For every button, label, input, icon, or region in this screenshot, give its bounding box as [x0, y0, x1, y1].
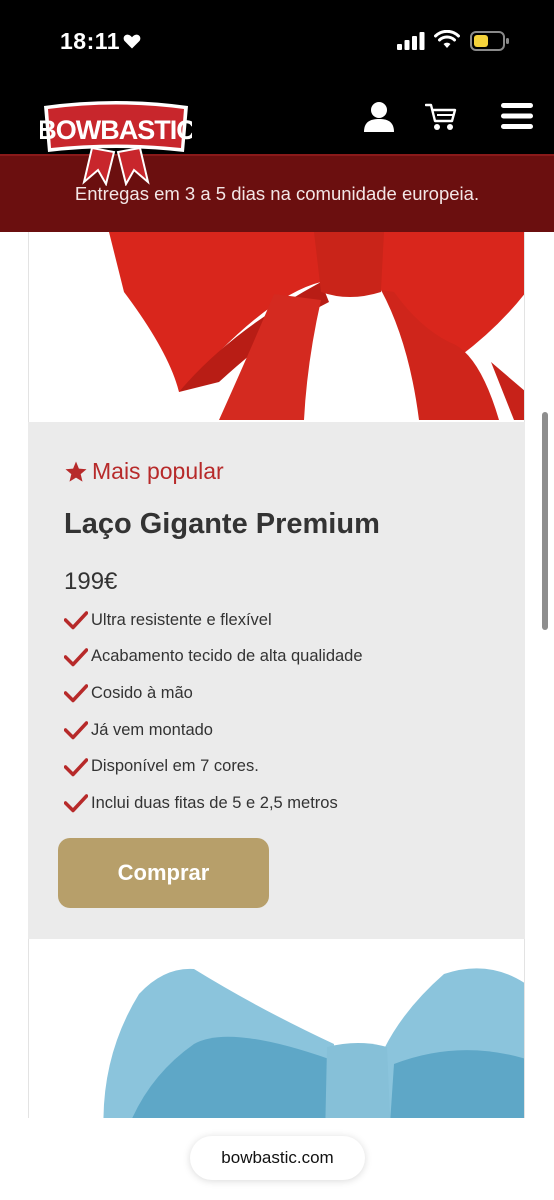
checkmark-icon [64, 757, 88, 776]
product-image[interactable] [28, 232, 525, 422]
status-bar: 18:11 [0, 0, 554, 84]
checkmark-icon [64, 684, 88, 703]
checkmark-icon [64, 611, 88, 630]
scrollbar[interactable] [542, 412, 548, 630]
bowbastic-logo[interactable]: BOWBASTIC [40, 96, 192, 186]
product-price: 199€ [64, 568, 118, 595]
feature-item: Ultra resistente e flexível [64, 602, 363, 639]
product-title: Laço Gigante Premium [64, 508, 380, 540]
feature-list: Ultra resistente e flexível Acabamento t… [64, 602, 363, 822]
cellular-signal-icon [397, 32, 425, 50]
feature-item: Inclui duas fitas de 5 e 2,5 metros [64, 785, 363, 822]
feature-text: Inclui duas fitas de 5 e 2,5 metros [91, 793, 338, 812]
buy-button[interactable]: Comprar [58, 838, 269, 908]
promo-text: Entregas em 3 a 5 dias na comunidade eur… [74, 183, 480, 204]
product-card: Mais popular Laço Gigante Premium 199€ U… [28, 422, 525, 939]
product-list[interactable]: Mais popular Laço Gigante Premium 199€ U… [0, 232, 554, 1118]
checkmark-icon [64, 648, 88, 667]
wifi-icon [434, 30, 460, 48]
cart-icon[interactable] [425, 102, 457, 132]
red-bow-image [29, 232, 524, 422]
site-header: BOWBASTIC [0, 84, 554, 186]
feature-text: Disponível em 7 cores. [91, 757, 259, 776]
status-time: 18:11 [60, 28, 121, 54]
feature-item: Cosido à mão [64, 675, 363, 712]
badge-label: Mais popular [92, 458, 224, 484]
feature-item: Acabamento tecido de alta qualidade [64, 639, 363, 676]
feature-text: Acabamento tecido de alta qualidade [91, 647, 363, 666]
checkmark-icon [64, 721, 88, 740]
url-bar[interactable]: bowbastic.com [190, 1136, 365, 1180]
heart-icon [123, 34, 141, 49]
popular-badge: Mais popular [64, 458, 224, 485]
battery-icon [470, 31, 509, 51]
checkmark-icon [64, 794, 88, 813]
feature-item: Já vem montado [64, 712, 363, 749]
feature-text: Já vem montado [91, 720, 213, 739]
next-product-image[interactable] [28, 939, 525, 1118]
hamburger-menu-icon[interactable] [501, 102, 533, 130]
feature-text: Cosido à mão [91, 683, 193, 702]
browser-bottom-bar: bowbastic.com [0, 1118, 554, 1200]
blue-bow-image [29, 939, 524, 1118]
feature-text: Ultra resistente e flexível [91, 610, 272, 629]
star-icon [65, 461, 87, 482]
logo-text: BOWBASTIC [40, 115, 192, 145]
feature-item: Disponível em 7 cores. [64, 748, 363, 785]
user-icon[interactable] [362, 101, 396, 133]
